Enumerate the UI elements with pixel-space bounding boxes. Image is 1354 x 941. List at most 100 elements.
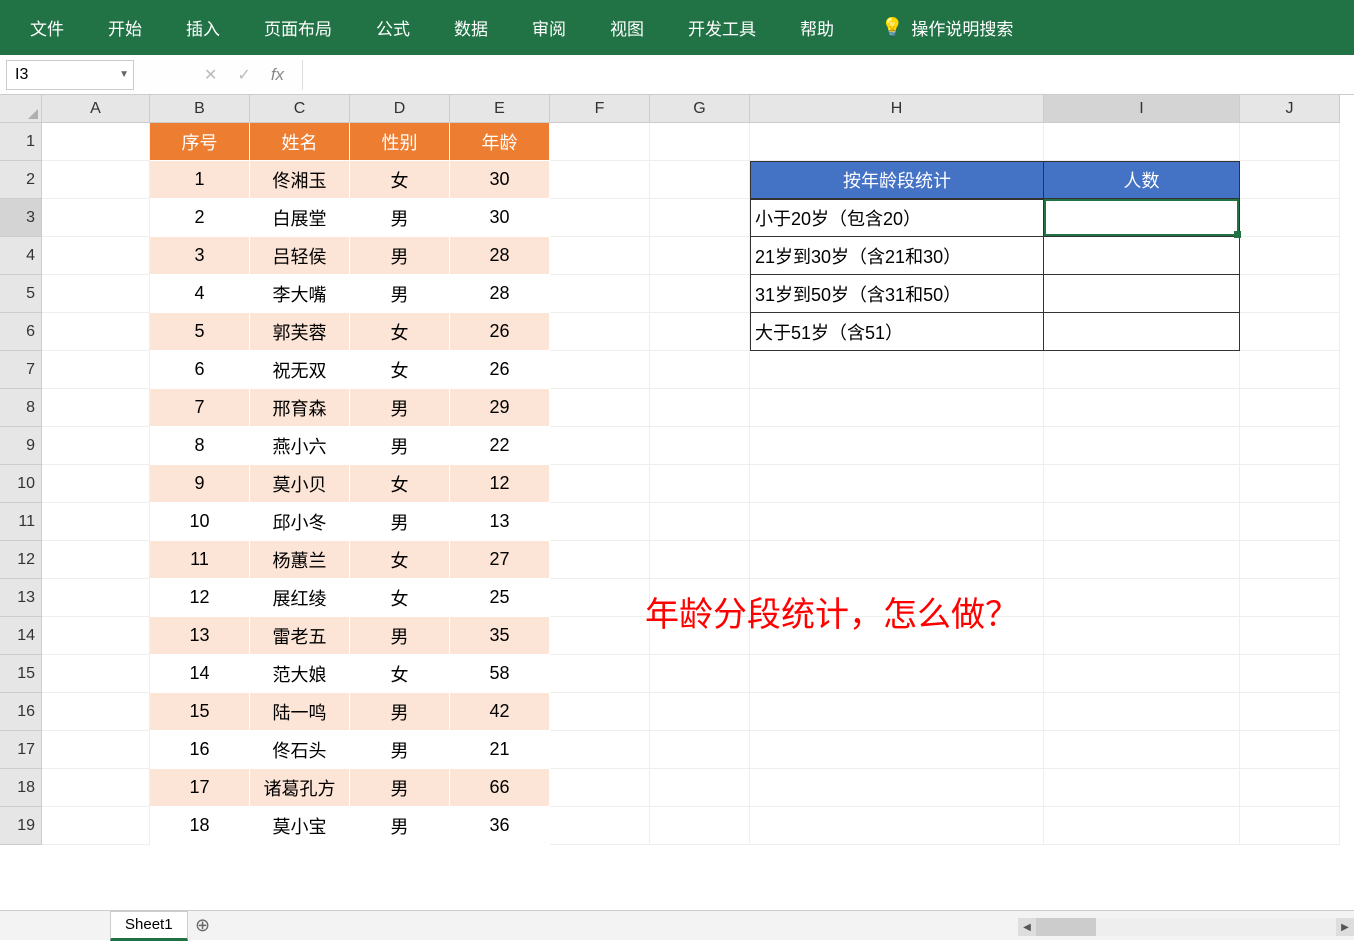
cell-G16[interactable] <box>650 693 750 731</box>
cell-J14[interactable] <box>1240 617 1340 655</box>
cell-F19[interactable] <box>550 807 650 845</box>
cell-C19[interactable]: 莫小宝 <box>250 807 350 845</box>
cell-A8[interactable] <box>42 389 150 427</box>
cell-J9[interactable] <box>1240 427 1340 465</box>
column-header-H[interactable]: H <box>750 95 1044 123</box>
cell-G10[interactable] <box>650 465 750 503</box>
cell-G8[interactable] <box>650 389 750 427</box>
cell-A10[interactable] <box>42 465 150 503</box>
row-header-19[interactable]: 19 <box>0 807 42 845</box>
cell-G1[interactable] <box>650 123 750 161</box>
cell-H15[interactable] <box>750 655 1044 693</box>
cell-G17[interactable] <box>650 731 750 769</box>
row-header-7[interactable]: 7 <box>0 351 42 389</box>
ribbon-tab-页面布局[interactable]: 页面布局 <box>242 0 354 55</box>
cell-G15[interactable] <box>650 655 750 693</box>
cell-C2[interactable]: 佟湘玉 <box>250 161 350 199</box>
cell-I6[interactable] <box>1044 313 1240 351</box>
cell-C15[interactable]: 范大娘 <box>250 655 350 693</box>
cell-D10[interactable]: 女 <box>350 465 450 503</box>
cell-C4[interactable]: 吕轻侯 <box>250 237 350 275</box>
cell-I8[interactable] <box>1044 389 1240 427</box>
cell-C18[interactable]: 诸葛孔方 <box>250 769 350 807</box>
cell-I12[interactable] <box>1044 541 1240 579</box>
cell-D8[interactable]: 男 <box>350 389 450 427</box>
cell-A16[interactable] <box>42 693 150 731</box>
cell-A7[interactable] <box>42 351 150 389</box>
ribbon-tab-开始[interactable]: 开始 <box>86 0 164 55</box>
tell-me-search[interactable]: 操作说明搜索 <box>911 15 1013 40</box>
cell-B1[interactable]: 序号 <box>150 123 250 161</box>
cell-J17[interactable] <box>1240 731 1340 769</box>
ribbon-tab-文件[interactable]: 文件 <box>8 0 86 55</box>
cell-D7[interactable]: 女 <box>350 351 450 389</box>
cell-B2[interactable]: 1 <box>150 161 250 199</box>
cell-H12[interactable] <box>750 541 1044 579</box>
cell-D6[interactable]: 女 <box>350 313 450 351</box>
row-header-13[interactable]: 13 <box>0 579 42 617</box>
cell-I14[interactable] <box>1044 617 1240 655</box>
cell-J11[interactable] <box>1240 503 1340 541</box>
cell-G5[interactable] <box>650 275 750 313</box>
cell-F1[interactable] <box>550 123 650 161</box>
cell-D12[interactable]: 女 <box>350 541 450 579</box>
cell-A15[interactable] <box>42 655 150 693</box>
cell-E8[interactable]: 29 <box>450 389 550 427</box>
cell-G2[interactable] <box>650 161 750 199</box>
cell-B8[interactable]: 7 <box>150 389 250 427</box>
cell-F13[interactable] <box>550 579 650 617</box>
cell-H2[interactable]: 按年龄段统计 <box>750 161 1044 199</box>
cell-D1[interactable]: 性别 <box>350 123 450 161</box>
cell-C11[interactable]: 邱小冬 <box>250 503 350 541</box>
cell-B12[interactable]: 11 <box>150 541 250 579</box>
cell-B11[interactable]: 10 <box>150 503 250 541</box>
cell-B5[interactable]: 4 <box>150 275 250 313</box>
cell-H8[interactable] <box>750 389 1044 427</box>
cell-F4[interactable] <box>550 237 650 275</box>
cell-I11[interactable] <box>1044 503 1240 541</box>
cell-D5[interactable]: 男 <box>350 275 450 313</box>
cell-E17[interactable]: 21 <box>450 731 550 769</box>
cell-I17[interactable] <box>1044 731 1240 769</box>
cell-F18[interactable] <box>550 769 650 807</box>
cell-A19[interactable] <box>42 807 150 845</box>
cell-B7[interactable]: 6 <box>150 351 250 389</box>
cell-D3[interactable]: 男 <box>350 199 450 237</box>
cell-E1[interactable]: 年龄 <box>450 123 550 161</box>
cell-A4[interactable] <box>42 237 150 275</box>
cell-E18[interactable]: 66 <box>450 769 550 807</box>
row-header-12[interactable]: 12 <box>0 541 42 579</box>
cell-D4[interactable]: 男 <box>350 237 450 275</box>
cell-E11[interactable]: 13 <box>450 503 550 541</box>
cell-J10[interactable] <box>1240 465 1340 503</box>
cell-B13[interactable]: 12 <box>150 579 250 617</box>
cell-A12[interactable] <box>42 541 150 579</box>
cell-E13[interactable]: 25 <box>450 579 550 617</box>
cell-E14[interactable]: 35 <box>450 617 550 655</box>
cell-C8[interactable]: 邢育森 <box>250 389 350 427</box>
cell-E12[interactable]: 27 <box>450 541 550 579</box>
cell-I10[interactable] <box>1044 465 1240 503</box>
fx-icon[interactable]: fx <box>271 65 284 85</box>
cell-G19[interactable] <box>650 807 750 845</box>
cell-B14[interactable]: 13 <box>150 617 250 655</box>
cell-I18[interactable] <box>1044 769 1240 807</box>
ribbon-tab-插入[interactable]: 插入 <box>164 0 242 55</box>
cell-H3[interactable]: 小于20岁（包含20） <box>750 199 1044 237</box>
cell-D2[interactable]: 女 <box>350 161 450 199</box>
cell-A14[interactable] <box>42 617 150 655</box>
cell-J18[interactable] <box>1240 769 1340 807</box>
cell-C10[interactable]: 莫小贝 <box>250 465 350 503</box>
cell-E6[interactable]: 26 <box>450 313 550 351</box>
row-header-8[interactable]: 8 <box>0 389 42 427</box>
cell-G6[interactable] <box>650 313 750 351</box>
cell-I15[interactable] <box>1044 655 1240 693</box>
row-header-11[interactable]: 11 <box>0 503 42 541</box>
cell-E9[interactable]: 22 <box>450 427 550 465</box>
cell-C13[interactable]: 展红绫 <box>250 579 350 617</box>
cell-F7[interactable] <box>550 351 650 389</box>
cell-A5[interactable] <box>42 275 150 313</box>
confirm-icon[interactable]: ✓ <box>237 65 250 85</box>
cell-D9[interactable]: 男 <box>350 427 450 465</box>
column-header-I[interactable]: I <box>1044 95 1240 123</box>
